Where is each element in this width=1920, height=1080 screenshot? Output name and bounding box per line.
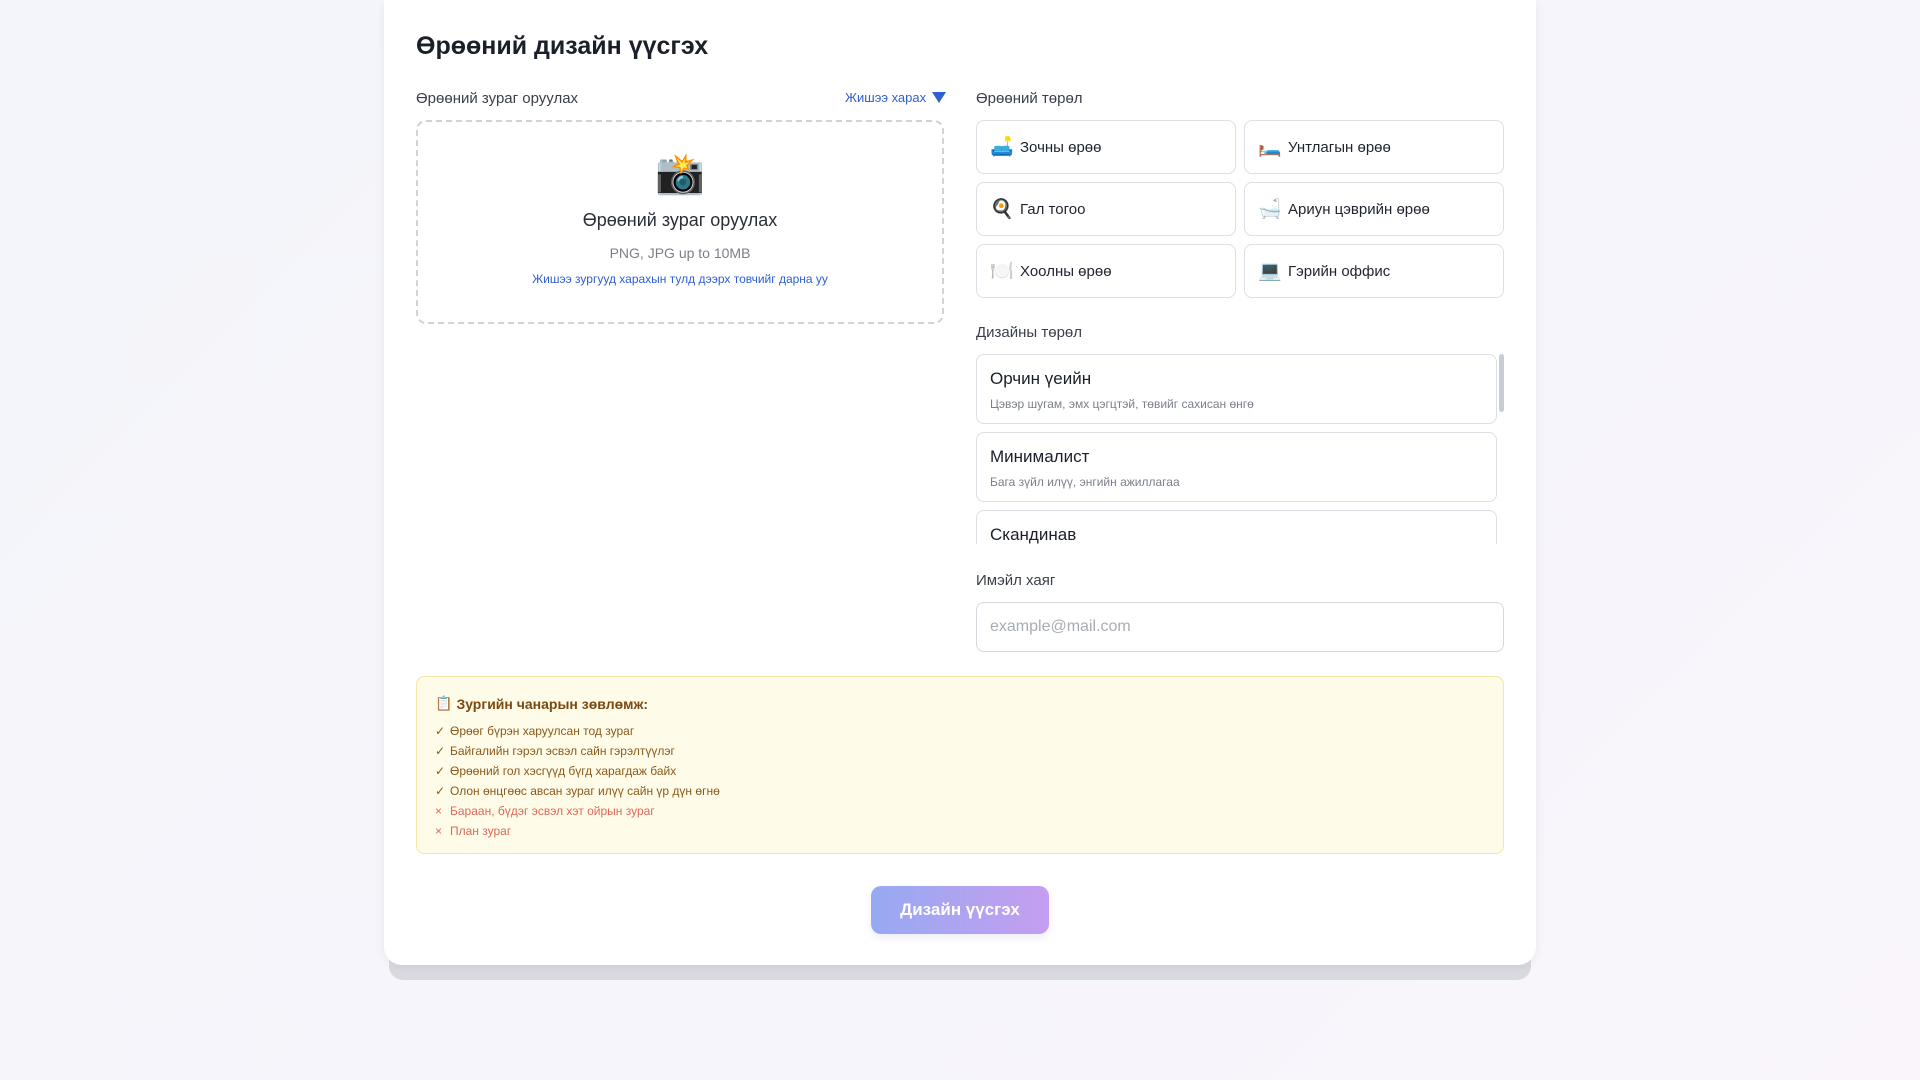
tip-text: Байгалийн гэрэл эсвэл сайн гэрэлтүүлэг [450,744,675,758]
design-option-minimalist[interactable]: Минималист Бага зүйл илүү, энгийн ажилла… [976,432,1497,502]
design-type-label: Дизайны төрөл [976,324,1083,341]
design-option-name: Скандинав [990,525,1077,544]
tips-title: Зургийн чанарын зөвлөмж: [456,695,649,712]
tip-good: ✓ Олон өнцгөөс авсан зураг илүү сайн үр д… [435,781,1485,801]
bed-icon: 🛏️ [1258,137,1282,158]
room-option-label: Гэрийн оффис [1288,262,1391,280]
room-option-bedroom[interactable]: 🛏️ Унтлагын өрөө [1244,120,1504,174]
image-dropzone[interactable]: 📸 Өрөөний зураг оруулах PNG, JPG up to 1… [416,120,944,324]
dropzone-hint: Жишээ зургууд харахын тулд дээрх товчийг… [532,272,828,286]
room-option-office[interactable]: 💻 Гэрийн оффис [1244,244,1504,298]
tips-heading: 📋 Зургийн чанарын зөвлөмж: [435,695,1485,712]
room-option-label: Зочны өрөө [1020,138,1102,156]
dropzone-formats: PNG, JPG up to 10MB [609,245,751,261]
dropzone-title: Өрөөний зураг оруулах [582,210,778,230]
tip-text: Өрөөг бүрэн харуулсан тод зураг [450,724,635,738]
notepad-icon: 📋 [435,695,453,711]
design-option-modern[interactable]: Орчин үеийн Цэвэр шугам, эмх цэгцтэй, тө… [976,354,1497,424]
room-type-label: Өрөөний төрөл [976,90,1083,107]
tip-good: ✓ Өрөөний гол хэсгүүд бүгд харагдаж байх [435,761,1485,781]
cross-icon: × [435,824,443,838]
check-icon: ✓ [435,724,446,738]
tip-text: Олон өнцгөөс авсан зураг илүү сайн үр дү… [450,784,720,798]
triangle-down-icon [932,92,947,103]
generate-design-button[interactable]: Дизайн үүсгэх [871,886,1049,934]
tip-text: План зураг [450,824,512,838]
tip-text: Өрөөний гол хэсгүүд бүгд харагдаж байх [450,764,677,778]
tip-good: ✓ Байгалийн гэрэл эсвэл сайн гэрэлтүүлэг [435,741,1485,761]
example-link-label: Жишээ харах [845,90,927,105]
tip-bad: × Бараан, бүдэг эсвэл хэт ойрын зураг [435,801,1485,821]
cross-icon: × [435,804,443,818]
design-type-list[interactable]: Орчин үеийн Цэвэр шугам, эмх цэгцтэй, тө… [976,354,1504,544]
tip-good: ✓ Өрөөг бүрэн харуулсан тод зураг [435,721,1485,741]
tip-bad: × План зураг [435,821,1485,841]
check-icon: ✓ [435,744,446,758]
email-input[interactable] [976,602,1504,652]
design-form-card: Өрөөний дизайн үүсгэх Өрөөний зураг оруу… [384,0,1536,965]
design-option-desc: Цэвэр шугам, эмх цэгцтэй, төвийг сахисан… [990,397,1254,411]
design-option-scandinavian[interactable]: Скандинав [976,510,1497,544]
room-option-label: Унтлагын өрөө [1288,138,1391,156]
tip-text: Бараан, бүдэг эсвэл хэт ойрын зураг [450,804,655,818]
design-option-name: Минималист [990,447,1090,466]
upload-label: Өрөөний зураг оруулах [416,90,579,107]
camera-icon: 📸 [655,152,705,196]
page-title: Өрөөний дизайн үүсгэх [416,32,709,60]
room-option-dining[interactable]: 🍽️ Хоолны өрөө [976,244,1236,298]
email-label: Имэйл хаяг [976,572,1056,589]
design-list-scrollbar[interactable] [1499,354,1504,412]
room-option-kitchen[interactable]: 🍳 Гал тогоо [976,182,1236,236]
room-option-label: Хоолны өрөө [1020,262,1112,280]
dining-plate-icon: 🍽️ [990,261,1014,282]
room-option-living[interactable]: 🛋️ Зочны өрөө [976,120,1236,174]
design-option-desc: Бага зүйл илүү, энгийн ажиллагаа [990,475,1180,489]
room-option-label: Ариун цэврийн өрөө [1288,200,1430,218]
check-icon: ✓ [435,764,446,778]
bathtub-icon: 🛁 [1258,199,1282,220]
laptop-icon: 💻 [1258,261,1282,282]
check-icon: ✓ [435,784,446,798]
frying-pan-icon: 🍳 [990,199,1014,220]
room-option-label: Гал тогоо [1020,200,1086,218]
room-option-bathroom[interactable]: 🛁 Ариун цэврийн өрөө [1244,182,1504,236]
example-toggle-link[interactable]: Жишээ харах [845,90,947,105]
sofa-icon: 🛋️ [990,137,1014,158]
room-type-grid: 🛋️ Зочны өрөө 🛏️ Унтлагын өрөө 🍳 Гал тог… [976,120,1504,298]
design-option-name: Орчин үеийн [990,369,1092,388]
photo-tips-panel: 📋 Зургийн чанарын зөвлөмж: ✓ Өрөөг бүрэн … [416,676,1504,854]
tips-list: ✓ Өрөөг бүрэн харуулсан тод зураг ✓ Байгал… [435,721,1485,841]
